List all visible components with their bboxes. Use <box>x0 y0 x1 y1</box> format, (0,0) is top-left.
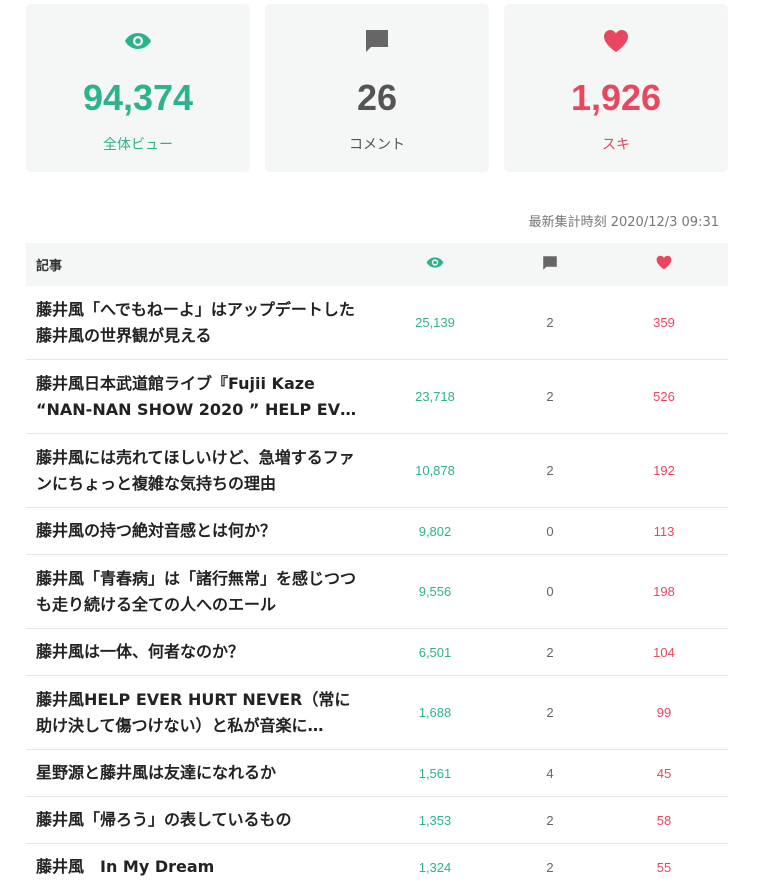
table-row[interactable]: 藤井風は一体、何者なのか？ 6,501 2 104 <box>26 629 728 676</box>
article-title[interactable]: 藤井風日本武道館ライブ『Fujii Kaze “NAN-NAN SHOW 202… <box>26 371 370 423</box>
article-title[interactable]: 藤井風には売れてほしいけど、急増するファンにちょっと複雑な気持ちの理由 <box>26 445 370 497</box>
article-views: 9,802 <box>418 523 452 539</box>
column-header-views <box>370 256 500 273</box>
column-header-article: 記事 <box>36 259 63 274</box>
article-views: 1,688 <box>418 705 452 720</box>
table-row[interactable]: 藤井風HELP EVER HURT NEVER（常に助け決して傷つけない）と私が… <box>26 676 728 750</box>
article-comments: 4 <box>546 765 554 781</box>
article-comments: 2 <box>546 463 554 478</box>
article-comments: 2 <box>546 705 554 720</box>
table-row[interactable]: 藤井風「へでもねーよ」はアップデートした藤井風の世界観が見える 25,139 2… <box>26 286 728 360</box>
likes-card: 1,926 スキ <box>504 4 728 172</box>
article-comments: 2 <box>546 812 554 828</box>
last-updated-timestamp: 最新集計時刻 2020/12/3 09:31 <box>528 215 719 230</box>
article-comments: 0 <box>546 584 554 599</box>
article-likes: 99 <box>656 705 672 720</box>
article-title[interactable]: 藤井風「へでもねーよ」はアップデートした藤井風の世界観が見える <box>26 297 370 349</box>
article-title[interactable]: 藤井風は一体、何者なのか？ <box>26 639 370 665</box>
total-comments-label: コメント <box>349 137 405 153</box>
table-row[interactable]: 藤井風 In My Dream 1,324 2 55 <box>26 844 728 890</box>
article-views: 6,501 <box>418 644 452 660</box>
total-likes-value: 1,926 <box>570 77 662 118</box>
article-views: 1,353 <box>418 812 452 828</box>
article-title[interactable]: 藤井風の持つ絶対音感とは何か？ <box>26 518 370 544</box>
summary-cards: 94,374 全体ビュー 26 コメント 1,926 スキ <box>26 4 729 172</box>
table-row[interactable]: 藤井風日本武道館ライブ『Fujii Kaze “NAN-NAN SHOW 202… <box>26 360 728 434</box>
comment-icon <box>265 26 489 56</box>
article-comments: 2 <box>546 859 554 875</box>
article-likes: 359 <box>653 315 675 330</box>
article-views: 9,556 <box>418 584 452 599</box>
column-header-comments <box>500 255 600 275</box>
article-likes: 113 <box>653 523 675 539</box>
article-title[interactable]: 藤井風「帰ろう」の表しているもの <box>26 807 370 833</box>
article-comments: 2 <box>546 389 554 404</box>
table-row[interactable]: 藤井風「青春病」は「諸行無常」を感じつつも走り続ける全ての人へのエール 9,55… <box>26 555 728 629</box>
table-row[interactable]: 星野源と藤井風は友達になれるか 1,561 4 45 <box>26 750 728 797</box>
article-likes: 104 <box>653 644 675 660</box>
eye-icon <box>426 256 444 273</box>
heart-icon <box>504 26 728 56</box>
article-views: 1,324 <box>418 859 452 875</box>
column-header-likes <box>600 255 728 274</box>
article-title[interactable]: 星野源と藤井風は友達になれるか <box>26 760 370 786</box>
article-likes: 526 <box>653 389 675 404</box>
article-comments: 2 <box>546 644 554 660</box>
table-row[interactable]: 藤井風には売れてほしいけど、急増するファンにちょっと複雑な気持ちの理由 10,8… <box>26 434 728 508</box>
views-card: 94,374 全体ビュー <box>26 4 250 172</box>
article-views: 23,718 <box>415 389 455 404</box>
article-likes: 55 <box>656 859 672 875</box>
article-likes: 58 <box>656 812 672 828</box>
total-views-value: 94,374 <box>82 77 194 118</box>
article-title[interactable]: 藤井風HELP EVER HURT NEVER（常に助け決して傷つけない）と私が… <box>26 687 370 739</box>
table-row[interactable]: 藤井風「帰ろう」の表しているもの 1,353 2 58 <box>26 797 728 844</box>
article-likes: 198 <box>653 584 675 599</box>
article-title[interactable]: 藤井風 In My Dream <box>26 854 370 880</box>
comment-icon <box>542 255 558 275</box>
total-likes-label: スキ <box>602 137 630 153</box>
article-title[interactable]: 藤井風「青春病」は「諸行無常」を感じつつも走り続ける全ての人へのエール <box>26 566 370 618</box>
article-likes: 192 <box>653 463 675 478</box>
heart-icon <box>656 255 672 274</box>
comments-card: 26 コメント <box>265 4 489 172</box>
article-comments: 0 <box>546 523 554 539</box>
table-header: 記事 <box>26 243 728 286</box>
table-row[interactable]: 藤井風の持つ絶対音感とは何か？ 9,802 0 113 <box>26 508 728 555</box>
article-stats-table: 記事 藤井風「へでもねーよ」はアップデートした藤井風の世界観が見える 25,13… <box>26 243 728 890</box>
eye-icon <box>26 26 250 56</box>
total-views-label: 全体ビュー <box>103 137 173 153</box>
article-views: 10,878 <box>415 463 455 478</box>
article-comments: 2 <box>546 315 554 330</box>
article-views: 25,139 <box>415 315 455 330</box>
article-likes: 45 <box>656 765 672 781</box>
total-comments-value: 26 <box>356 77 398 118</box>
article-views: 1,561 <box>418 765 452 781</box>
